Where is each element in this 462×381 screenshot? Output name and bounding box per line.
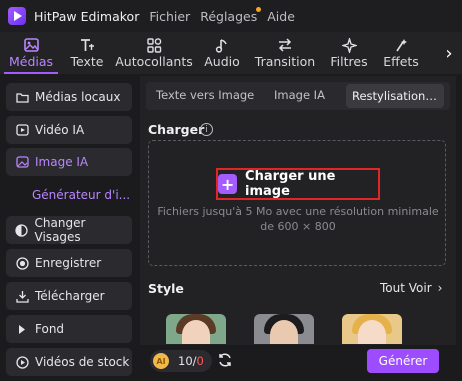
sidebar-item-background[interactable]: Fond xyxy=(6,315,132,343)
upload-image-button[interactable]: + Charger une image xyxy=(216,168,380,200)
chevron-right-icon: › xyxy=(437,281,443,295)
tab-text[interactable]: Texte xyxy=(62,32,112,74)
stickers-icon xyxy=(146,37,162,53)
tab-text-label: Texte xyxy=(70,54,104,69)
upload-hint: Fichiers jusqu'à 5 Mo avec une résolutio… xyxy=(157,205,439,233)
tab-audio-label: Audio xyxy=(204,54,240,69)
sidebar-item-label: Télécharger xyxy=(35,289,105,303)
tool-tabs: Médias Texte Autocollants Audio Transiti… xyxy=(0,32,462,74)
menu-help[interactable]: Aide xyxy=(267,9,295,24)
style-thumbnail-anime[interactable] xyxy=(166,314,226,344)
media-icon xyxy=(23,37,39,53)
thumbnail-face xyxy=(182,320,210,344)
sidebar-item-label: Fond xyxy=(35,322,65,336)
sidebar-item-label: Vidéo IA xyxy=(35,123,85,137)
download-icon xyxy=(15,289,29,303)
notification-dot xyxy=(256,7,261,12)
coin-icon: AI xyxy=(153,353,169,369)
sidebar-item-video-ai[interactable]: Vidéo IA xyxy=(6,116,132,144)
chevron-right-icon[interactable]: › xyxy=(436,32,462,74)
stock-video-icon xyxy=(15,355,29,369)
credits-counter: AI 10/0 xyxy=(150,350,212,372)
style-section-title: Style xyxy=(148,281,184,296)
style-thumbnails xyxy=(160,314,430,344)
upload-section-title: Charger xyxy=(148,122,205,137)
sidebar-item-label: Vidéos de stock xyxy=(35,355,130,369)
sidebar-item-record[interactable]: Enregistrer xyxy=(6,249,132,277)
app-title: HitPaw Edimakor xyxy=(34,8,140,24)
tab-stickers-label: Autocollants xyxy=(115,54,193,69)
menu-file[interactable]: Fichier xyxy=(149,9,190,24)
record-icon xyxy=(15,256,29,270)
upload-dropzone[interactable] xyxy=(148,140,446,266)
upload-image-label: Charger une image xyxy=(245,169,336,199)
sidebar-subitem-image-generator[interactable]: Générateur d'i... xyxy=(32,188,130,202)
tab-stickers[interactable]: Autocollants xyxy=(112,32,196,74)
text-icon xyxy=(79,37,95,53)
tab-media-label: Médias xyxy=(8,54,54,69)
tab-audio[interactable]: Audio xyxy=(196,32,248,74)
style-thumbnail-cartoon[interactable] xyxy=(342,314,402,344)
info-icon[interactable]: i xyxy=(200,123,213,136)
bottom-bar: AI 10/0 Générer xyxy=(140,345,462,381)
sidebar-item-local-media[interactable]: Médias locaux xyxy=(6,83,132,111)
filters-icon xyxy=(341,37,357,53)
effects-icon xyxy=(393,37,409,53)
sidebar-item-label: Changer Visages xyxy=(34,216,86,244)
tab-filters-label: Filtres xyxy=(330,54,368,69)
thumbnail-face xyxy=(270,320,298,344)
folder-icon xyxy=(15,90,29,104)
tab-media[interactable]: Médias xyxy=(0,32,62,74)
sidebar-item-face-swap[interactable]: Changer Visages xyxy=(6,216,132,244)
video-ai-icon xyxy=(15,123,29,137)
plus-icon: + xyxy=(218,174,238,194)
sidebar-item-stock-videos[interactable]: Vidéos de stock xyxy=(6,348,132,376)
sidebar-item-label: Médias locaux xyxy=(35,90,121,104)
play-icon xyxy=(15,322,29,336)
face-swap-icon xyxy=(15,223,29,237)
subtab-bar: Texte vers Image Image IA Restylisation … xyxy=(146,82,450,110)
image-ai-icon xyxy=(15,155,29,169)
see-all-link[interactable]: Tout Voir › xyxy=(380,281,442,295)
right-edge-strip xyxy=(456,76,462,381)
sidebar-item-image-ai[interactable]: Image IA xyxy=(6,148,132,176)
sidebar-item-download[interactable]: Télécharger xyxy=(6,282,132,310)
menu-settings[interactable]: Réglages xyxy=(200,9,257,24)
tab-effects[interactable]: Effets xyxy=(376,32,426,74)
credits-used: 10 xyxy=(178,354,193,368)
sidebar: Médias locaux Vidéo IA Image IA Générate… xyxy=(0,76,140,381)
tab-filters[interactable]: Filtres xyxy=(322,32,376,74)
main-panel: Texte vers Image Image IA Restylisation … xyxy=(140,76,456,381)
refresh-icon[interactable] xyxy=(216,351,234,369)
tab-transition-label: Transition xyxy=(254,54,316,69)
tab-transition[interactable]: Transition xyxy=(248,32,322,74)
credits-remaining: 0 xyxy=(196,354,204,368)
sidebar-item-label: Image IA xyxy=(35,155,89,169)
thumbnail-face xyxy=(358,320,386,344)
app-logo-icon xyxy=(8,7,26,25)
subtab-image-ai[interactable]: Image IA xyxy=(274,88,325,102)
see-all-label: Tout Voir xyxy=(380,281,432,295)
title-bar: HitPaw Edimakor Fichier Réglages Aide xyxy=(0,0,462,32)
subtab-restyle[interactable]: Restylisation d'... xyxy=(346,84,444,108)
audio-icon xyxy=(214,37,230,53)
style-thumbnail-3d[interactable] xyxy=(254,314,314,344)
generate-button[interactable]: Générer xyxy=(367,349,439,373)
subtab-text-to-image[interactable]: Texte vers Image xyxy=(156,88,254,102)
sidebar-item-label: Enregistrer xyxy=(35,256,102,270)
tab-effects-label: Effets xyxy=(383,54,419,69)
transition-icon xyxy=(277,37,293,53)
